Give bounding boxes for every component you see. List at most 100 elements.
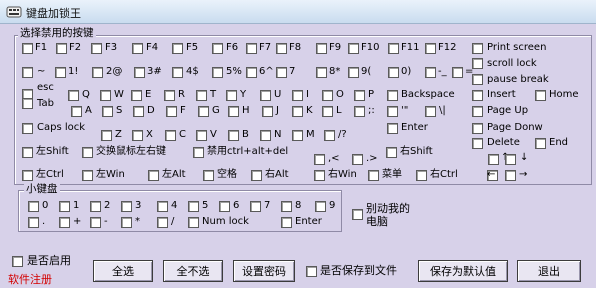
key-checkbox-r2-10[interactable] — [388, 67, 399, 78]
key-checkbox-r3-14[interactable] — [535, 90, 546, 101]
key-checkbox-r7-2[interactable] — [193, 147, 204, 158]
key-checkbox-r1-6[interactable] — [246, 43, 257, 54]
select-none-button[interactable]: 全不选 — [163, 260, 223, 282]
key-checkbox-k1-1[interactable] — [59, 201, 70, 212]
key-checkbox-r5-2[interactable] — [472, 123, 483, 134]
key-checkbox-r7-1[interactable] — [82, 147, 93, 158]
key-checkbox-r8-2[interactable] — [22, 170, 33, 181]
key-checkbox-r8-4[interactable] — [148, 170, 159, 181]
key-checkbox-r7-0[interactable] — [22, 147, 33, 158]
key-checkbox-r2-14[interactable] — [472, 74, 483, 85]
key-checkbox-k1-9[interactable] — [315, 201, 326, 212]
key-checkbox-k2-1[interactable] — [59, 217, 70, 228]
key-checkbox-k2-6[interactable] — [281, 217, 292, 228]
key-checkbox-r4-11[interactable] — [425, 106, 436, 117]
enable-checkbox[interactable] — [12, 256, 23, 267]
key-checkbox-r6-2[interactable] — [165, 130, 176, 141]
key-checkbox-r8-1[interactable] — [352, 154, 363, 165]
key-checkbox-r4-3[interactable] — [166, 106, 177, 117]
key-checkbox-r3-12[interactable] — [387, 90, 398, 101]
key-checkbox-r4-0[interactable] — [71, 106, 82, 117]
key-checkbox-r6-4[interactable] — [228, 130, 239, 141]
key-checkbox-r3-9[interactable] — [292, 90, 303, 101]
key-checkbox-r6-8[interactable] — [472, 138, 483, 149]
select-all-button[interactable]: 全选 — [93, 260, 153, 282]
key-checkbox-r8-9[interactable] — [416, 170, 427, 181]
key-checkbox-r8-11[interactable] — [505, 170, 516, 181]
key-checkbox-r3-4[interactable] — [131, 90, 142, 101]
key-checkbox-k2-2[interactable] — [90, 217, 101, 228]
key-checkbox-r2-9[interactable] — [348, 67, 359, 78]
key-checkbox-r4-2[interactable] — [133, 106, 144, 117]
key-checkbox-r8-8[interactable] — [368, 170, 379, 181]
key-checkbox-r1-12[interactable] — [472, 43, 483, 54]
key-checkbox-r6-0[interactable] — [101, 130, 112, 141]
key-checkbox-k2-3[interactable] — [121, 217, 132, 228]
key-checkbox-k1-3[interactable] — [121, 201, 132, 212]
save-to-file-checkbox[interactable] — [306, 266, 317, 277]
key-checkbox-r3-2[interactable] — [68, 90, 79, 101]
key-checkbox-r4-5[interactable] — [228, 106, 239, 117]
key-checkbox-r8-0[interactable] — [314, 154, 325, 165]
key-checkbox-r4-1[interactable] — [102, 106, 113, 117]
exit-button[interactable]: 退出 — [517, 260, 581, 282]
key-checkbox-k1-0[interactable] — [28, 201, 39, 212]
key-checkbox-r3-5[interactable] — [164, 90, 175, 101]
key-checkbox-r7-3[interactable] — [386, 147, 397, 158]
key-checkbox-r7-5[interactable] — [505, 154, 516, 165]
key-checkbox-r3-1[interactable] — [22, 98, 33, 109]
key-checkbox-r2-1[interactable] — [55, 67, 66, 78]
key-checkbox-r3-7[interactable] — [226, 90, 237, 101]
key-checkbox-r2-6[interactable] — [246, 67, 257, 78]
key-checkbox-r4-4[interactable] — [198, 106, 209, 117]
key-checkbox-r1-2[interactable] — [91, 43, 102, 54]
key-checkbox-r4-10[interactable] — [387, 106, 398, 117]
key-checkbox-r2-13[interactable] — [472, 58, 483, 69]
key-checkbox-r1-3[interactable] — [132, 43, 143, 54]
key-checkbox-r1-4[interactable] — [172, 43, 183, 54]
key-checkbox-k2-0[interactable] — [28, 217, 39, 228]
key-checkbox-k1-7[interactable] — [250, 201, 261, 212]
key-checkbox-r2-2[interactable] — [92, 67, 103, 78]
key-checkbox-r3-8[interactable] — [260, 90, 271, 101]
key-checkbox-r3-11[interactable] — [354, 90, 365, 101]
key-checkbox-r3-3[interactable] — [100, 90, 111, 101]
key-checkbox-r4-12[interactable] — [472, 106, 483, 117]
key-checkbox-r1-1[interactable] — [56, 43, 67, 54]
key-checkbox-r6-9[interactable] — [535, 138, 546, 149]
key-checkbox-r3-13[interactable] — [472, 90, 483, 101]
key-checkbox-r1-0[interactable] — [22, 43, 33, 54]
key-checkbox-r6-5[interactable] — [260, 130, 271, 141]
key-checkbox-k1-2[interactable] — [90, 201, 101, 212]
key-checkbox-r4-9[interactable] — [354, 106, 365, 117]
key-checkbox-k1-6[interactable] — [219, 201, 230, 212]
save-default-button[interactable]: 保存为默认值 — [418, 260, 508, 282]
key-checkbox-r6-7[interactable] — [324, 130, 335, 141]
key-checkbox-r2-0[interactable] — [22, 67, 33, 78]
key-checkbox-r1-11[interactable] — [425, 43, 436, 54]
key-checkbox-r6-3[interactable] — [196, 130, 207, 141]
key-checkbox-r8-3[interactable] — [82, 170, 93, 181]
key-checkbox-r3-6[interactable] — [196, 90, 207, 101]
key-checkbox-r4-8[interactable] — [322, 106, 333, 117]
key-checkbox-k2-5[interactable] — [188, 217, 199, 228]
key-checkbox-r2-7[interactable] — [276, 67, 287, 78]
key-checkbox-r2-11[interactable] — [425, 67, 436, 78]
key-checkbox-k1-4[interactable] — [157, 201, 168, 212]
key-checkbox-r2-4[interactable] — [172, 67, 183, 78]
key-checkbox-r3-10[interactable] — [322, 90, 333, 101]
key-checkbox-r2-8[interactable] — [316, 67, 327, 78]
key-checkbox-k2-4[interactable] — [157, 217, 168, 228]
key-checkbox-k1-5[interactable] — [188, 201, 199, 212]
ime-toggle-checkbox[interactable] — [352, 209, 363, 220]
key-checkbox-r1-5[interactable] — [212, 43, 223, 54]
key-checkbox-r5-1[interactable] — [387, 123, 398, 134]
key-checkbox-r6-1[interactable] — [132, 130, 143, 141]
key-checkbox-r6-6[interactable] — [292, 130, 303, 141]
register-link[interactable]: 软件注册 — [8, 274, 52, 286]
key-checkbox-r4-6[interactable] — [262, 106, 273, 117]
set-password-button[interactable]: 设置密码 — [233, 260, 295, 282]
key-checkbox-r1-7[interactable] — [276, 43, 287, 54]
key-checkbox-k1-8[interactable] — [281, 201, 292, 212]
key-checkbox-r1-10[interactable] — [388, 43, 399, 54]
